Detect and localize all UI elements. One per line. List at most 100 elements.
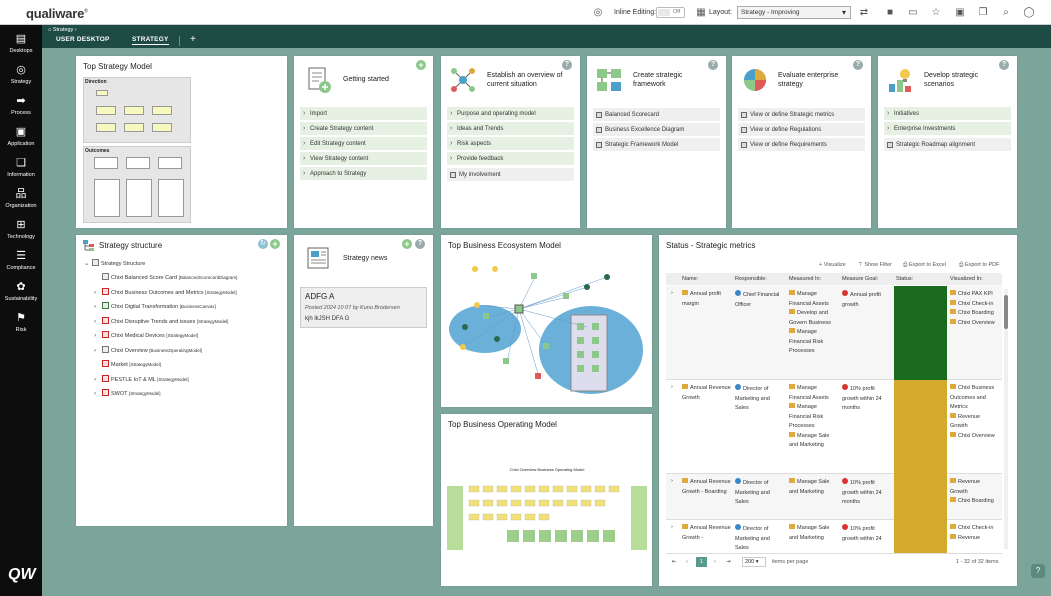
menu-item-view-strategy[interactable]: › View Strategy content — [300, 152, 427, 166]
user-avatar-icon[interactable]: ◯ — [1023, 7, 1035, 19]
visualized-in-link[interactable]: Chixi Business Outcomes and Metrics — [950, 384, 998, 413]
expand-icon[interactable]: › — [94, 316, 102, 328]
expand-icon[interactable]: › — [94, 388, 102, 400]
inline-editing-toggle[interactable]: Off — [656, 7, 685, 18]
menu-item-initiatives[interactable]: › Initiatives — [884, 107, 1011, 121]
menu-item-framework-model[interactable]: Strategic Framework Model — [593, 138, 720, 152]
expand-row-icon[interactable]: › — [671, 383, 673, 393]
menu-item-roadmap[interactable]: Strategic Roadmap alignment — [884, 138, 1011, 152]
visualized-in-link[interactable]: Chixi Check-in — [950, 524, 998, 534]
measured-in-link[interactable]: Manage Financial Assets — [789, 290, 839, 309]
table-row[interactable]: › Annual Revenue Growth - Director of Mark… — [666, 520, 1002, 553]
menu-item-strategic-metrics[interactable]: View or define Strategic metrics — [738, 108, 865, 122]
sidebar-item-sustainability[interactable]: ✿ Sustainability — [0, 281, 42, 311]
export-pdf-button[interactable]: ⎙ Export to PDF — [959, 262, 999, 269]
prev-page-icon[interactable]: ‹ — [686, 559, 688, 565]
export-excel-button[interactable]: ⎙ Export to Excel — [903, 262, 946, 269]
menu-item-involvement[interactable]: My involvement — [447, 168, 574, 182]
visualized-in-link[interactable]: Chixi Overview — [950, 431, 998, 442]
add-tab-button[interactable]: + — [190, 34, 196, 45]
menu-item-regulations[interactable]: View or define Regulations — [738, 123, 865, 137]
expand-row-icon[interactable]: › — [671, 477, 673, 487]
tree-item[interactable]: › PESTLE IoT & ML [StrategyModel] — [94, 374, 189, 386]
menu-item-import[interactable]: › Import — [300, 107, 427, 121]
page-size-select[interactable]: 200 ▾ — [742, 557, 766, 567]
menu-item-purpose[interactable]: › Purpose and operating model — [447, 107, 574, 121]
expand-icon[interactable]: › — [94, 374, 102, 386]
next-page-icon[interactable]: › — [714, 559, 716, 565]
tree-item[interactable]: › Chixi Medical Devices [StrategyModel] — [94, 330, 198, 342]
measured-in-link[interactable]: Manage Sale and Marketing — [789, 431, 839, 451]
table-row[interactable]: › Annual Revenue Growth - Boarding Directo… — [666, 474, 1002, 520]
expand-row-icon[interactable]: › — [671, 289, 673, 299]
last-page-icon[interactable]: ⇥ — [726, 559, 731, 565]
help-icon[interactable]: ? — [853, 60, 863, 70]
table-row[interactable]: › Annual profit margin Chief Financial Off… — [666, 286, 1002, 380]
expand-icon[interactable]: › — [94, 330, 102, 342]
visualized-in-link[interactable]: Chixi Boarding — [950, 497, 998, 507]
measured-in-link[interactable]: Manage Sale and Marketing — [789, 478, 839, 497]
expand-icon[interactable]: › — [94, 287, 102, 299]
metric-name[interactable]: Annual Revenue Growth - Boarding — [682, 478, 732, 497]
visualized-in-link[interactable]: Chixi Overview — [950, 318, 998, 329]
translate-icon[interactable]: ⇄ — [858, 7, 870, 19]
add-icon[interactable]: + — [416, 60, 426, 70]
home-icon[interactable]: ⌂ — [48, 27, 51, 33]
measured-in-link[interactable]: Manage Financial Assets — [789, 384, 839, 403]
tree-item[interactable]: Chixi Balanced Score Card [BalancedScore… — [94, 272, 237, 284]
page-number[interactable]: 1 — [696, 557, 707, 567]
tree-item[interactable]: › Chixi Business Outcomes and Metrics [St… — [94, 287, 237, 299]
help-fab-button[interactable]: ? — [1031, 564, 1045, 578]
metric-name[interactable]: Annual Revenue Growth — [682, 384, 732, 403]
sidebar-item-application[interactable]: ▣ Application — [0, 126, 42, 156]
first-page-icon[interactable]: ⇤ — [672, 559, 677, 565]
menu-item-feedback[interactable]: › Provide feedback — [447, 152, 574, 166]
visualized-in-link[interactable]: Chixi Check-in — [950, 299, 998, 310]
help-icon[interactable]: ? — [415, 239, 425, 249]
sidebar-item-desktops[interactable]: ▤ Desktops — [0, 33, 42, 63]
menu-item-approach[interactable]: › Approach to Strategy — [300, 167, 427, 181]
tab-strategy[interactable]: STRATEGY — [132, 36, 169, 45]
sidebar-item-process[interactable]: ➡ Process — [0, 95, 42, 125]
visualized-in-link[interactable]: Revenue Growth — [950, 478, 998, 497]
copy-icon[interactable]: ❐ — [977, 7, 989, 19]
menu-item-requirements[interactable]: View or define Requirements — [738, 138, 865, 152]
tree-item[interactable]: › SWOT [StrategyModel] — [94, 388, 160, 400]
globe-icon[interactable]: ◎ — [592, 7, 604, 19]
scrollbar[interactable] — [1004, 289, 1008, 549]
sidebar-item-technology[interactable]: ⊞ Technology — [0, 219, 42, 249]
expand-icon[interactable]: › — [94, 345, 102, 357]
help-icon[interactable]: ? — [562, 60, 572, 70]
add-icon[interactable]: + — [402, 239, 412, 249]
tab-user-desktop[interactable]: USER DESKTOP — [56, 36, 110, 43]
visualized-in-link[interactable]: Revenue — [950, 533, 998, 544]
tree-item[interactable]: › Chixi Disruptive Trends and issues [Str… — [94, 316, 228, 328]
metric-name[interactable]: Annual Revenue Growth - — [682, 524, 732, 543]
operating-model-diagram[interactable]: Chixi Overview Business Operating Model — [447, 464, 647, 554]
folder-icon[interactable]: ■ — [884, 7, 896, 19]
outcomes-thumbnail[interactable]: Outcomes — [83, 146, 191, 223]
add-icon[interactable]: + — [270, 239, 280, 249]
menu-item-investments[interactable]: › Enterprise Investments — [884, 122, 1011, 136]
menu-item-ideas-trends[interactable]: › Ideas and Trends — [447, 122, 574, 136]
visualized-in-link[interactable]: Chixi PAX KPI — [950, 290, 998, 300]
menu-item-create-strategy[interactable]: › Create Strategy content — [300, 122, 427, 136]
metric-name[interactable]: Annual profit margin — [682, 290, 732, 309]
visualize-button[interactable]: + Visualize — [819, 262, 846, 268]
collapse-icon[interactable]: ⌄ — [84, 258, 92, 270]
layout-select[interactable]: Strategy - Improving — [737, 6, 851, 19]
sidebar-item-compliance[interactable]: ☰ Compliance — [0, 250, 42, 280]
sidebar-item-organization[interactable]: 品 Organization — [0, 188, 42, 218]
show-filter-button[interactable]: ⊤ Show Filter — [858, 262, 892, 268]
tree-item[interactable]: › Chixi Digital Transformation [BusinessC… — [94, 301, 216, 313]
measured-in-link[interactable]: Manage Sale and Marketing — [789, 524, 839, 543]
visualized-in-link[interactable]: Chixi Boarding — [950, 309, 998, 319]
menu-item-balanced-scorecard[interactable]: Balanced Scorecard — [593, 108, 720, 122]
tree-item[interactable]: › Chixi Overview [BusinessOperatingModel] — [94, 345, 202, 357]
help-icon[interactable]: ? — [708, 60, 718, 70]
expand-row-icon[interactable]: › — [671, 523, 673, 533]
sidebar-item-strategy[interactable]: ◎ Strategy — [0, 64, 42, 94]
tree-root[interactable]: ⌄ Strategy Structure — [84, 258, 145, 270]
news-item[interactable]: ADFG A Posted 2024 10 07 by Kuno Broders… — [300, 287, 427, 328]
menu-item-business-excellence[interactable]: Business Excellence Diagram — [593, 123, 720, 137]
